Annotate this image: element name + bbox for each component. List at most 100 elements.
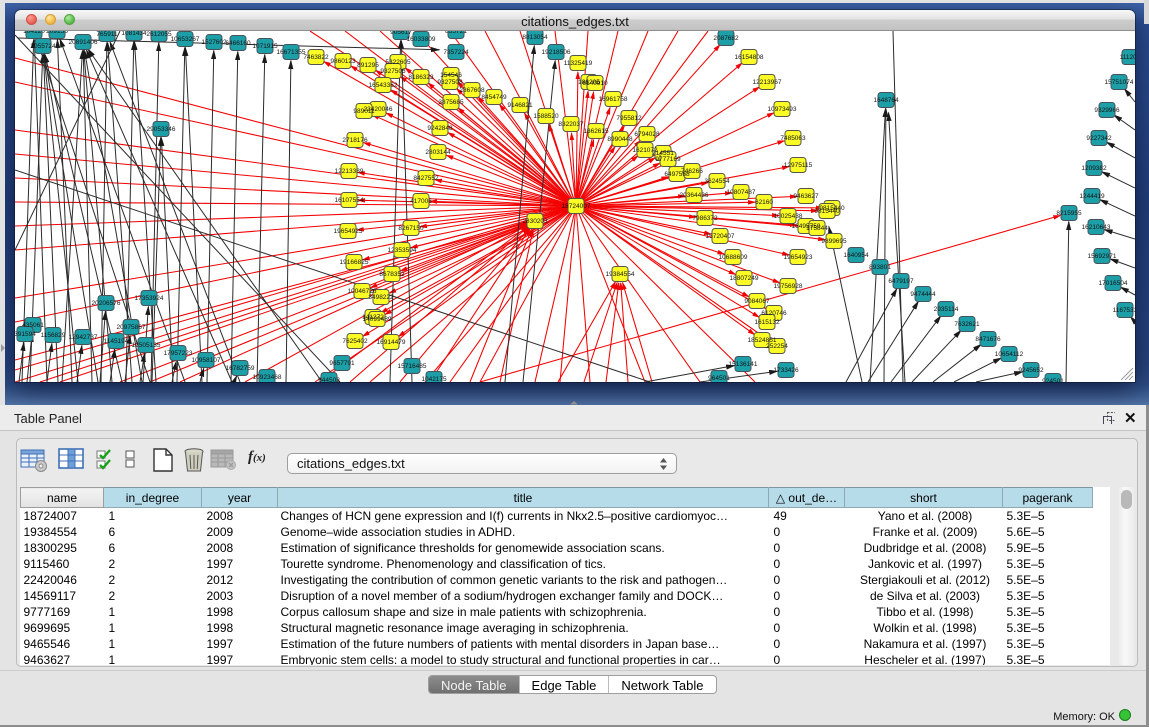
svg-text:924501: 924501 bbox=[1042, 378, 1064, 382]
svg-text:1362615: 1362615 bbox=[583, 128, 609, 135]
svg-text:1042175: 1042175 bbox=[421, 376, 447, 382]
svg-text:16782759: 16782759 bbox=[226, 365, 255, 372]
svg-text:252254: 252254 bbox=[766, 343, 788, 350]
svg-text:964501: 964501 bbox=[708, 375, 730, 382]
svg-text:944502: 944502 bbox=[318, 377, 340, 382]
svg-text:29053346: 29053346 bbox=[147, 126, 176, 133]
svg-text:9245652: 9245652 bbox=[1018, 367, 1044, 374]
svg-text:2935114: 2935114 bbox=[934, 306, 959, 313]
svg-text:6466160: 6466160 bbox=[225, 40, 251, 47]
svg-text:20891406: 20891406 bbox=[69, 39, 98, 46]
svg-text:9146821: 9146821 bbox=[507, 102, 533, 109]
svg-text:12213389: 12213389 bbox=[335, 168, 364, 175]
svg-text:15692971: 15692971 bbox=[1088, 253, 1117, 260]
svg-text:16914479: 16914479 bbox=[377, 339, 406, 346]
svg-text:9084067: 9084067 bbox=[744, 298, 770, 305]
svg-text:7357224: 7357224 bbox=[443, 49, 469, 56]
svg-text:19218506: 19218506 bbox=[542, 49, 571, 56]
svg-text:8471676: 8471676 bbox=[975, 336, 1001, 343]
svg-text:9899695: 9899695 bbox=[821, 238, 847, 245]
svg-text:9815440: 9815440 bbox=[814, 208, 840, 215]
svg-text:746266: 746266 bbox=[681, 168, 703, 175]
svg-text:62160: 62160 bbox=[755, 199, 773, 206]
svg-text:3875685: 3875685 bbox=[438, 99, 464, 106]
svg-text:9860123: 9860123 bbox=[330, 58, 356, 65]
svg-text:19166825: 19166825 bbox=[340, 259, 369, 266]
svg-text:989011: 989011 bbox=[353, 108, 375, 115]
svg-text:5322605: 5322605 bbox=[385, 59, 411, 66]
svg-text:9327505: 9327505 bbox=[380, 68, 406, 75]
svg-text:391594: 391594 bbox=[15, 331, 36, 338]
svg-text:765911: 765911 bbox=[96, 31, 118, 38]
svg-text:10654112: 10654112 bbox=[995, 351, 1024, 358]
svg-text:8322037: 8322037 bbox=[558, 121, 584, 128]
svg-text:893801: 893801 bbox=[869, 264, 891, 271]
svg-text:20364436: 20364436 bbox=[680, 192, 709, 199]
svg-text:7625402: 7625402 bbox=[342, 338, 368, 345]
svg-text:7955812: 7955812 bbox=[616, 115, 642, 122]
svg-text:11325419: 11325419 bbox=[564, 60, 593, 67]
svg-text:8215955: 8215955 bbox=[1056, 210, 1082, 217]
svg-text:16107554: 16107554 bbox=[335, 197, 364, 204]
svg-text:2718176: 2718176 bbox=[342, 137, 368, 144]
svg-text:891295: 891295 bbox=[357, 62, 379, 69]
svg-text:8267150: 8267150 bbox=[398, 225, 424, 232]
svg-text:175844: 175844 bbox=[806, 225, 828, 232]
svg-text:17016504: 17016504 bbox=[1099, 280, 1128, 287]
svg-text:15716485: 15716485 bbox=[398, 363, 427, 370]
svg-text:16210643: 16210643 bbox=[1082, 224, 1111, 231]
svg-text:1640954: 1640954 bbox=[843, 252, 869, 259]
svg-text:10958107: 10958107 bbox=[192, 357, 221, 364]
svg-text:10807487: 10807487 bbox=[727, 189, 756, 196]
svg-text:154546: 154546 bbox=[440, 72, 462, 79]
svg-text:6140910: 6140910 bbox=[582, 80, 608, 87]
svg-text:8990448: 8990448 bbox=[607, 136, 633, 143]
svg-text:1615132: 1615132 bbox=[754, 319, 780, 326]
svg-text:16671355: 16671355 bbox=[277, 49, 306, 56]
svg-text:1733426: 1733426 bbox=[773, 367, 799, 374]
svg-text:3498222: 3498222 bbox=[368, 294, 394, 301]
svg-text:20975867: 20975867 bbox=[117, 324, 146, 331]
svg-text:1244419: 1244419 bbox=[1079, 193, 1105, 200]
svg-text:18724007: 18724007 bbox=[562, 203, 591, 210]
svg-text:9329966: 9329966 bbox=[1094, 107, 1120, 114]
svg-text:3624554: 3624554 bbox=[704, 178, 730, 185]
svg-text:1527602: 1527602 bbox=[201, 39, 227, 46]
svg-text:20206576: 20206576 bbox=[92, 300, 121, 307]
svg-text:16033809: 16033809 bbox=[407, 36, 436, 43]
svg-text:16961758: 16961758 bbox=[599, 96, 628, 103]
svg-text:9227342: 9227342 bbox=[1086, 135, 1112, 142]
svg-text:8813054: 8813054 bbox=[522, 34, 548, 41]
svg-text:8454749: 8454749 bbox=[481, 94, 507, 101]
svg-text:8678352: 8678352 bbox=[379, 271, 405, 278]
svg-text:1648764: 1648764 bbox=[873, 97, 899, 104]
svg-text:12505135: 12505135 bbox=[132, 342, 161, 349]
svg-text:16543362: 16543362 bbox=[369, 82, 398, 89]
svg-text:9657791: 9657791 bbox=[329, 360, 355, 367]
svg-text:10688609: 10688609 bbox=[719, 254, 748, 261]
svg-text:19654925: 19654925 bbox=[334, 228, 363, 235]
svg-text:7463822: 7463822 bbox=[303, 54, 329, 61]
svg-text:7632621: 7632621 bbox=[954, 321, 980, 328]
svg-text:10653267: 10653267 bbox=[171, 36, 200, 43]
svg-text:8427552: 8427552 bbox=[413, 175, 439, 182]
svg-text:19756928: 19756928 bbox=[774, 283, 803, 290]
svg-text:417006: 417006 bbox=[410, 198, 432, 205]
svg-text:12353594: 12353594 bbox=[388, 247, 417, 254]
svg-text:8186323: 8186323 bbox=[408, 74, 434, 81]
svg-text:9777169: 9777169 bbox=[655, 156, 681, 163]
svg-text:2830203: 2830203 bbox=[522, 218, 548, 225]
svg-text:19384554: 19384554 bbox=[606, 271, 635, 278]
svg-text:10973493: 10973493 bbox=[768, 106, 797, 113]
svg-text:16154808: 16154808 bbox=[735, 54, 764, 61]
svg-text:9327508: 9327508 bbox=[437, 79, 463, 86]
svg-text:6479197: 6479197 bbox=[888, 278, 914, 285]
svg-text:17957223: 17957223 bbox=[164, 350, 193, 357]
svg-text:111205: 111205 bbox=[1120, 54, 1135, 61]
svg-text:1156829: 1156829 bbox=[41, 332, 66, 339]
svg-text:1588520: 1588520 bbox=[533, 113, 559, 120]
svg-text:10025438: 10025438 bbox=[774, 213, 803, 220]
svg-text:2055724: 2055724 bbox=[30, 43, 56, 50]
svg-text:209156: 209156 bbox=[46, 31, 68, 35]
svg-text:19654923: 19654923 bbox=[784, 254, 813, 261]
